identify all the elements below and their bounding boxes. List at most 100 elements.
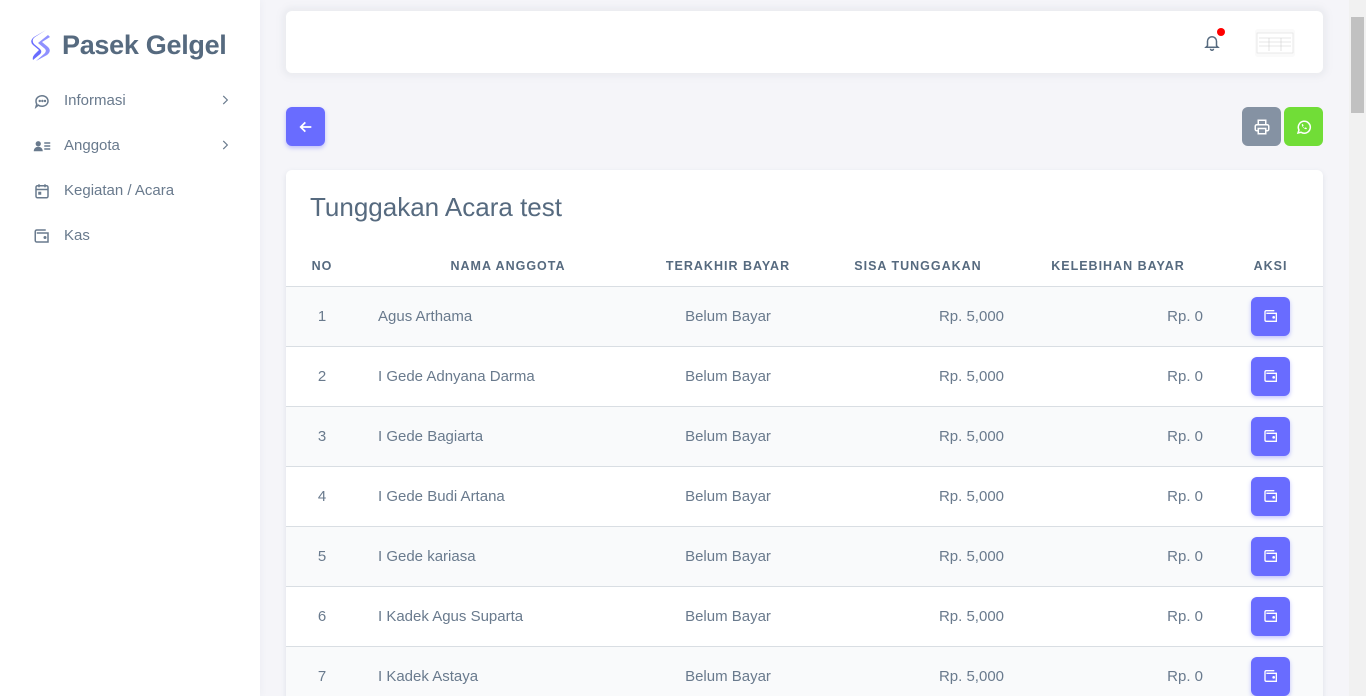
remaining-arrears: Rp. 5,000 — [818, 586, 1018, 647]
overpayment: Rp. 0 — [1018, 586, 1218, 647]
arrears-card: Tunggakan Acara test NO NAMA ANGGOTA TER… — [286, 170, 1323, 696]
wallet-icon — [1263, 430, 1277, 442]
pay-button[interactable] — [1251, 656, 1290, 696]
member-name: I Gede Budi Artana — [358, 466, 638, 527]
row-actions — [1218, 646, 1323, 696]
last-payment: Belum Bayar — [638, 646, 818, 696]
last-payment: Belum Bayar — [638, 346, 818, 407]
row-number: 3 — [286, 406, 358, 467]
member-name: I Gede kariasa — [358, 526, 638, 587]
calendar-icon — [32, 181, 52, 201]
last-payment: Belum Bayar — [638, 406, 818, 467]
row-number: 1 — [286, 286, 358, 347]
brand-name: Pasek Gelgel — [62, 29, 227, 60]
column-header-nama: NAMA ANGGOTA — [358, 246, 638, 287]
column-header-no: NO — [286, 246, 358, 287]
column-header-terakhir: TERAKHIR BAYAR — [638, 246, 818, 287]
chat-bubble-icon — [32, 91, 52, 111]
row-actions — [1218, 466, 1323, 527]
row-actions — [1218, 586, 1323, 647]
remaining-arrears: Rp. 5,000 — [818, 466, 1018, 527]
table-row: 7I Kadek Astaya Belum Bayar Rp. 5,000 Rp. 0 — [286, 646, 1323, 696]
scrollbar-thumb[interactable] — [1351, 17, 1364, 113]
sidebar-item-anggota[interactable]: Anggota — [14, 123, 246, 168]
print-button[interactable] — [1242, 107, 1281, 146]
wallet-icon — [1263, 490, 1277, 502]
remaining-arrears: Rp. 5,000 — [818, 646, 1018, 696]
member-name: I Kadek Agus Suparta — [358, 586, 638, 647]
chevron-right-icon — [222, 140, 229, 150]
row-actions — [1218, 526, 1323, 587]
overpayment: Rp. 0 — [1018, 646, 1218, 696]
whatsapp-icon — [1296, 120, 1311, 134]
column-header-sisa: SISA TUNGGAKAN — [818, 246, 1018, 287]
back-button[interactable] — [286, 107, 325, 146]
overpayment: Rp. 0 — [1018, 406, 1218, 467]
column-header-aksi: AKSI — [1218, 246, 1323, 287]
avatar-image — [1256, 32, 1294, 54]
table-row: 5I Gede kariasa Belum Bayar Rp. 5,000 Rp. 0 — [286, 526, 1323, 587]
top-navbar — [286, 11, 1323, 73]
table-row: 4I Gede Budi Artana Belum Bayar Rp. 5,000 R… — [286, 466, 1323, 527]
table-body: 1 Agus Arthama Belum Bayar Rp. 5,000 Rp. 02I… — [286, 286, 1323, 696]
table-row: 1 Agus Arthama Belum Bayar Rp. 5,000 Rp. 0 — [286, 286, 1323, 347]
arrow-left-icon — [298, 121, 311, 132]
sidebar-item-label: Anggota — [64, 137, 120, 154]
sidebar-item-kegiatan[interactable]: Kegiatan / Acara — [14, 168, 246, 213]
pay-button[interactable] — [1251, 296, 1290, 336]
wallet-icon — [1263, 610, 1277, 622]
row-number: 4 — [286, 466, 358, 527]
row-actions — [1218, 286, 1323, 347]
row-actions — [1218, 346, 1323, 407]
last-payment: Belum Bayar — [638, 466, 818, 527]
remaining-arrears: Rp. 5,000 — [818, 286, 1018, 347]
pay-button[interactable] — [1251, 476, 1290, 516]
remaining-arrears: Rp. 5,000 — [818, 406, 1018, 467]
sidebar-menu: Informasi Anggota Kegiatan / Acara Kas — [14, 78, 246, 258]
table-row: 6I Kadek Agus Suparta Belum Bayar Rp. 5,00… — [286, 586, 1323, 647]
bell-icon[interactable] — [1203, 33, 1221, 51]
pay-button[interactable] — [1251, 356, 1290, 396]
row-number: 6 — [286, 586, 358, 647]
user-list-icon — [32, 136, 52, 156]
wallet-icon — [32, 226, 52, 246]
page-title: Tunggakan Acara test — [310, 192, 562, 222]
member-name: I Gede Bagiarta — [358, 406, 638, 467]
column-header-kelebihan: KELEBIHAN BAYAR — [1018, 246, 1218, 287]
notification-badge — [1217, 28, 1225, 36]
row-number: 2 — [286, 346, 358, 407]
pay-button[interactable] — [1251, 596, 1290, 636]
wallet-icon — [1263, 670, 1277, 682]
pay-button[interactable] — [1251, 536, 1290, 576]
wallet-icon — [1263, 310, 1277, 322]
table-row: 3I Gede Bagiarta Belum Bayar Rp. 5,000 Rp. … — [286, 406, 1323, 467]
member-name: I Kadek Astaya — [358, 646, 638, 696]
chevron-right-icon — [222, 95, 229, 105]
remaining-arrears: Rp. 5,000 — [818, 346, 1018, 407]
brand-logo-icon — [31, 30, 50, 61]
sidebar-item-label: Kegiatan / Acara — [64, 182, 175, 199]
pay-button[interactable] — [1251, 416, 1290, 456]
table-row: 2I Gede Adnyana Darma Belum Bayar Rp. 5,00… — [286, 346, 1323, 407]
last-payment: Belum Bayar — [638, 586, 818, 647]
page-scrollbar[interactable] — [1349, 0, 1366, 696]
wallet-icon — [1263, 550, 1277, 562]
arrears-table: NO NAMA ANGGOTA TERAKHIR BAYAR SISA TUNG… — [286, 246, 1323, 696]
overpayment: Rp. 0 — [1018, 526, 1218, 587]
overpayment: Rp. 0 — [1018, 346, 1218, 407]
whatsapp-button[interactable] — [1284, 107, 1323, 146]
sidebar-item-kas[interactable]: Kas — [14, 213, 246, 258]
brand[interactable]: Pasek Gelgel — [30, 28, 227, 62]
overpayment: Rp. 0 — [1018, 286, 1218, 347]
avatar[interactable] — [1255, 29, 1295, 57]
sidebar: Pasek Gelgel Informasi Anggota Kegiatan … — [0, 0, 260, 696]
sidebar-item-label: Kas — [64, 227, 90, 244]
row-number: 5 — [286, 526, 358, 587]
last-payment: Belum Bayar — [638, 286, 818, 347]
remaining-arrears: Rp. 5,000 — [818, 526, 1018, 587]
sidebar-item-informasi[interactable]: Informasi — [14, 78, 246, 123]
wallet-icon — [1263, 370, 1277, 382]
row-number: 7 — [286, 646, 358, 696]
last-payment: Belum Bayar — [638, 526, 818, 587]
table-header-row: NO NAMA ANGGOTA TERAKHIR BAYAR SISA TUNG… — [286, 246, 1323, 287]
